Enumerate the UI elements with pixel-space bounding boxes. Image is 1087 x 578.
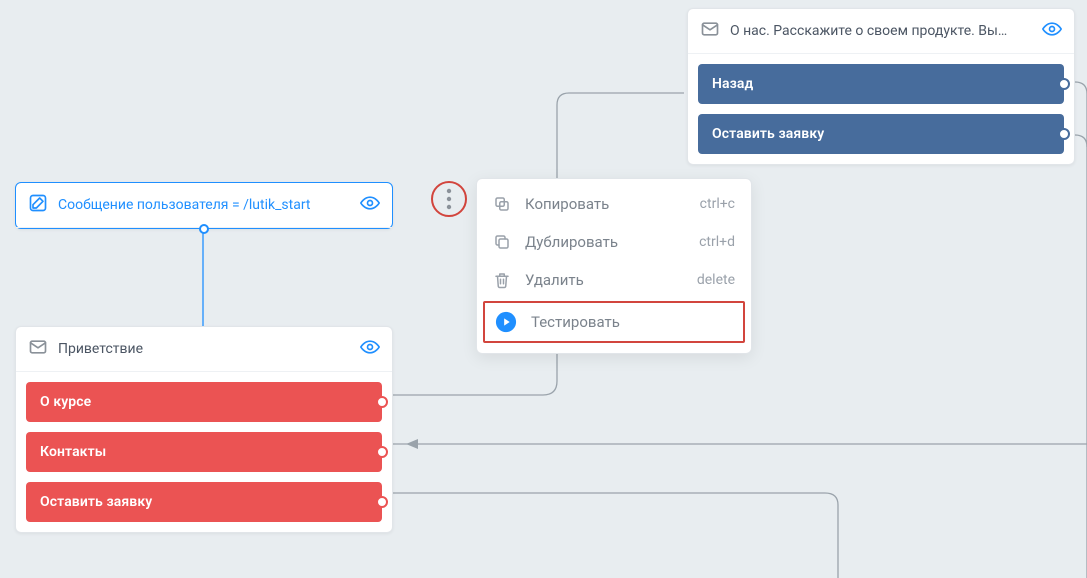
ctx-shortcut: ctrl+d bbox=[699, 234, 735, 250]
ctx-item-delete[interactable]: Удалить delete bbox=[477, 261, 751, 299]
output-port[interactable] bbox=[376, 446, 388, 458]
button-leave-request[interactable]: Оставить заявку bbox=[698, 114, 1064, 154]
eye-icon[interactable] bbox=[360, 337, 380, 361]
ctx-shortcut: ctrl+c bbox=[700, 196, 735, 212]
ctx-item-duplicate[interactable]: Дублировать ctrl+d bbox=[477, 223, 751, 261]
node-user-message[interactable]: Сообщение пользователя = /lutik_start bbox=[15, 182, 393, 229]
ctx-item-test[interactable]: Тестировать bbox=[485, 303, 743, 341]
eye-icon[interactable] bbox=[360, 193, 380, 217]
button-label: Оставить заявку bbox=[40, 494, 152, 510]
ctx-label: Удалить bbox=[525, 271, 584, 289]
node-title: О нас. Расскажите о своем продукте. Вы… bbox=[730, 23, 1032, 39]
ctx-item-copy[interactable]: Копировать ctrl+c bbox=[477, 185, 751, 223]
button-about-course[interactable]: О курсе bbox=[26, 382, 382, 422]
button-contacts[interactable]: Контакты bbox=[26, 432, 382, 472]
node-output-port[interactable] bbox=[199, 224, 209, 234]
output-port[interactable] bbox=[376, 496, 388, 508]
ctx-label: Дублировать bbox=[525, 233, 618, 251]
ctx-label: Копировать bbox=[525, 195, 609, 213]
node-title: Сообщение пользователя = /lutik_start bbox=[58, 197, 350, 213]
button-label: Оставить заявку bbox=[712, 126, 824, 142]
output-port[interactable] bbox=[1058, 128, 1070, 140]
button-label: Назад bbox=[712, 76, 753, 92]
mail-icon bbox=[28, 337, 48, 361]
output-port[interactable] bbox=[376, 396, 388, 408]
ctx-shortcut: delete bbox=[697, 272, 735, 288]
button-back[interactable]: Назад bbox=[698, 64, 1064, 104]
button-label: Контакты bbox=[40, 444, 106, 460]
node-about[interactable]: О нас. Расскажите о своем продукте. Вы… … bbox=[687, 8, 1075, 165]
button-leave-request[interactable]: Оставить заявку bbox=[26, 482, 382, 522]
node-title: Приветствие bbox=[58, 341, 350, 357]
output-port[interactable] bbox=[1058, 78, 1070, 90]
ctx-item-test-highlight: Тестировать bbox=[483, 301, 745, 343]
edit-icon bbox=[28, 193, 48, 217]
button-label: О курсе bbox=[40, 394, 91, 410]
ctx-label: Тестировать bbox=[531, 313, 620, 331]
mail-icon bbox=[700, 19, 720, 43]
eye-icon[interactable] bbox=[1042, 19, 1062, 43]
context-menu: Копировать ctrl+c Дублировать ctrl+d Уда… bbox=[476, 178, 752, 354]
more-button[interactable] bbox=[431, 181, 467, 217]
node-greeting[interactable]: Приветствие О курсе Контакты Оставить за… bbox=[15, 326, 393, 533]
